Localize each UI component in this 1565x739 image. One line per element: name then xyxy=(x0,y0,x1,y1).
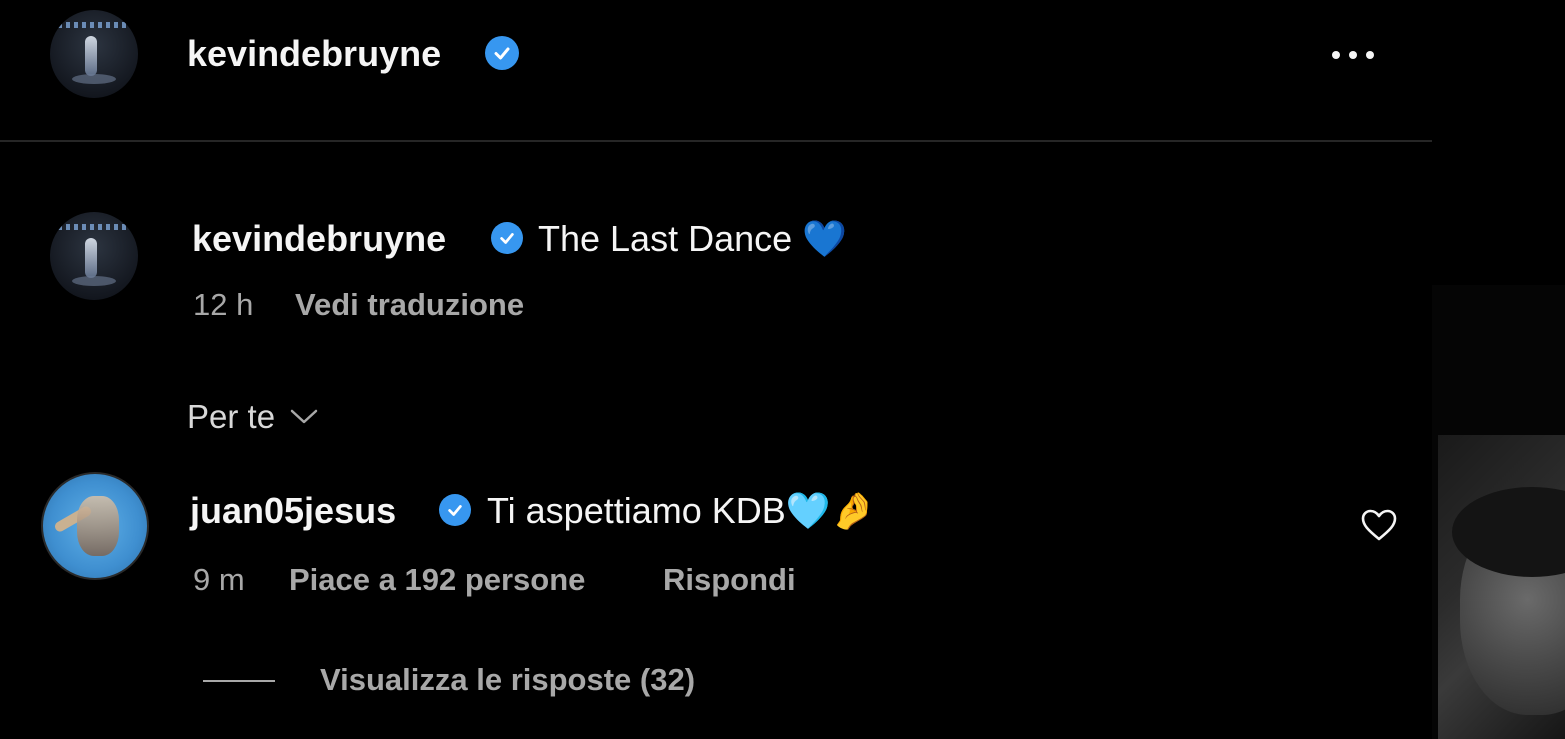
avatar-figure-graphic xyxy=(77,496,119,556)
header-username[interactable]: kevindebruyne xyxy=(187,33,441,75)
more-options-icon[interactable] xyxy=(1332,45,1380,65)
avatar-crowd-graphic xyxy=(58,224,130,230)
sort-label: Per te xyxy=(187,398,276,435)
avatar-crowd-graphic xyxy=(58,22,130,28)
see-translation-link[interactable]: Vedi traduzione xyxy=(295,287,524,323)
verified-badge-icon xyxy=(439,494,471,526)
comment-likes-link[interactable]: Piace a 192 persone xyxy=(289,562,585,598)
replies-line xyxy=(203,680,275,682)
commenter-avatar[interactable] xyxy=(41,472,149,580)
caption-username[interactable]: kevindebruyne xyxy=(192,218,446,260)
header-divider xyxy=(0,140,1432,142)
caption-text: The Last Dance 💙 xyxy=(538,218,847,259)
post-media-strip xyxy=(1432,0,1565,739)
comment-text: Ti aspettiamo KDB🩵🤌 xyxy=(487,490,876,531)
comments-panel: kevindebruyne kevindebruyne The Last Dan… xyxy=(0,0,1432,739)
caption-avatar[interactable] xyxy=(50,212,138,300)
commenter-username[interactable]: juan05jesus xyxy=(190,490,396,532)
sort-dropdown[interactable]: Per te xyxy=(187,398,319,436)
avatar-ground-graphic xyxy=(72,74,116,84)
media-top-area xyxy=(1432,0,1565,285)
heart-outline-icon[interactable] xyxy=(1360,508,1398,542)
reply-button[interactable]: Rispondi xyxy=(663,562,796,598)
chevron-down-icon xyxy=(290,409,318,424)
post-photo[interactable] xyxy=(1438,435,1565,739)
verified-badge-icon xyxy=(491,222,523,254)
view-replies-link[interactable]: Visualizza le risposte (32) xyxy=(320,662,695,698)
comment-time: 9 m xyxy=(193,562,245,597)
caption-time: 12 h xyxy=(193,287,254,322)
avatar-figure-graphic xyxy=(85,36,98,77)
header-avatar[interactable] xyxy=(50,10,138,98)
verified-badge-icon xyxy=(485,36,519,70)
avatar-ground-graphic xyxy=(72,276,116,286)
avatar-figure-graphic xyxy=(85,238,98,279)
